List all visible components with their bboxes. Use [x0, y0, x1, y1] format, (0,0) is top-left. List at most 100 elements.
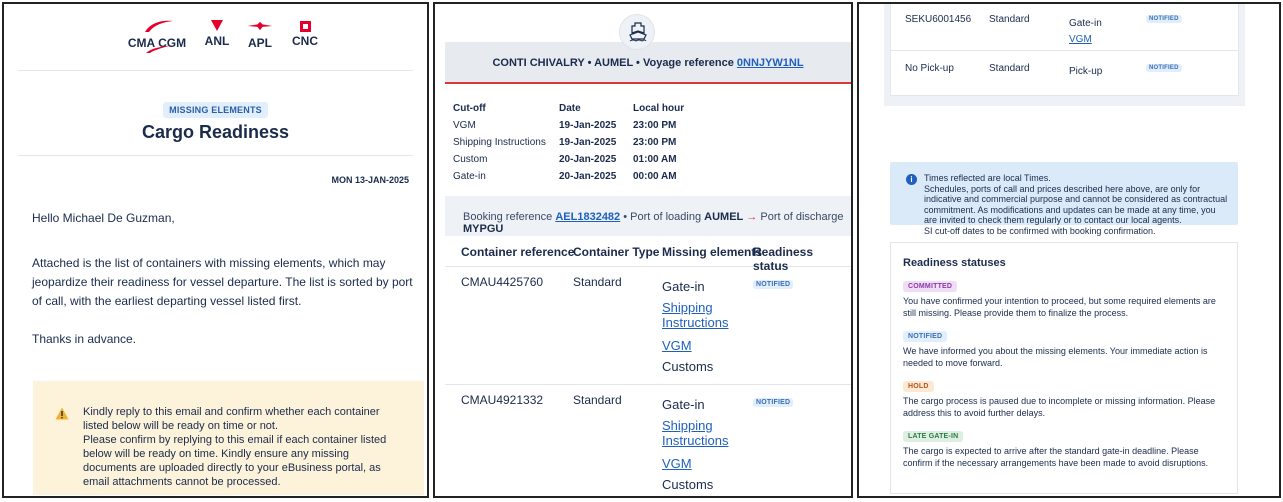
table-row: CMAU4425760 Standard Gate-in Shipping In… [445, 267, 851, 385]
warning-line-2: Please confirm by replying to this email… [83, 434, 387, 488]
table-row: SEKU6001456 Standard Gate-in VGM NOTIFIE… [891, 4, 1238, 51]
status-description: You have confirmed your intention to pro… [903, 296, 1216, 318]
status-badge-late-gate-in: LATE GATE-IN [903, 431, 964, 442]
readiness-status: NOTIFIED [1146, 12, 1182, 23]
status-badge: NOTIFIED [1146, 64, 1182, 72]
missing-elements-list: Gate-in Shipping Instructions VGM Custom… [662, 397, 742, 492]
container-reference: CMAU4921332 [461, 393, 544, 407]
booking-bar: Booking reference AEL1832482 • Port of l… [445, 196, 851, 236]
warning-line-1: Kindly reply to this email and confirm w… [83, 406, 380, 432]
status-description: The cargo process is paused due to incom… [903, 396, 1216, 418]
cutoff-hour: 01:00 AM [633, 154, 677, 165]
status-hold: HOLD The cargo process is paused due to … [903, 375, 1225, 419]
date-header: Date [559, 103, 581, 114]
voyage-text: CONTI CHIVALRY • AUMEL • Voyage referenc… [492, 57, 737, 69]
status-description: The cargo is expected to arrive after th… [903, 446, 1209, 468]
cutoff-type: Custom [453, 154, 488, 165]
missing-item: Gate-in [662, 397, 705, 412]
missing-item-link[interactable]: Shipping Instructions [662, 418, 742, 448]
warning-triangle-icon [55, 407, 69, 420]
header-divider [18, 70, 413, 71]
container-type: Standard [573, 393, 622, 407]
apl-eagle-icon [247, 21, 273, 31]
status-late-gate-in: LATE GATE-IN The cargo is expected to ar… [903, 425, 1225, 469]
info-icon: i [906, 174, 917, 185]
missing-elements-badge-wrap: MISSING ELEMENTS [4, 100, 427, 118]
missing-item-link[interactable]: Shipping Instructions [662, 300, 742, 330]
container-rows-card: SEKU6001456 Standard Gate-in VGM NOTIFIE… [890, 4, 1239, 96]
body-text: Attached is the list of containers with … [32, 256, 413, 308]
cutoff-date: 20-Jan-2025 [559, 154, 617, 165]
brand-name-apl: APL [248, 36, 272, 50]
container-type: Standard [989, 63, 1030, 74]
status-badge: NOTIFIED [753, 398, 794, 407]
container-type: Standard [989, 14, 1030, 25]
missing-item: Pick-up [1069, 66, 1103, 77]
readiness-status: NOTIFIED [753, 275, 794, 289]
cutoff-header-row: Cut-off Date Local hour [453, 100, 684, 117]
cutoff-row: Shipping Instructions 19-Jan-2025 23:00 … [453, 134, 684, 151]
status-committed: COMMITTED You have confirmed your intent… [903, 275, 1225, 319]
header-missing-elements: Missing elements [662, 245, 763, 259]
missing-item: Gate-in [1069, 18, 1102, 29]
info-box: i Times reflected are local Times. Sched… [890, 162, 1238, 236]
status-badge-hold: HOLD [903, 381, 934, 392]
containers-table: Container reference Container Type Missi… [445, 236, 851, 496]
cutoff-hour: 00:00 AM [633, 171, 677, 182]
table-row: No Pick-up Standard Pick-up NOTIFIED [891, 51, 1238, 95]
statuses-panel: SEKU6001456 Standard Gate-in VGM NOTIFIE… [857, 2, 1281, 498]
cutoff-table: Cut-off Date Local hour VGM 19-Jan-2025 … [453, 100, 684, 185]
header-container-reference: Container reference [461, 245, 575, 259]
booking-label: Booking reference [463, 211, 556, 223]
cutoff-row: VGM 19-Jan-2025 23:00 PM [453, 117, 684, 134]
missing-elements-list: Gate-in VGM [1069, 16, 1102, 48]
brand-logos: CMA CGM ANL APL CNC [4, 18, 427, 58]
statuses-title: Readiness statuses [903, 257, 1006, 269]
info-line-2: Schedules, ports of call and prices desc… [924, 183, 1228, 226]
info-line-3: SI cut-off dates to be confirmed with bo… [924, 225, 1156, 236]
missing-item-link[interactable]: VGM [662, 338, 742, 353]
readiness-status: NOTIFIED [753, 393, 794, 407]
missing-item: Gate-in [662, 279, 705, 294]
missing-elements-list: Gate-in Shipping Instructions VGM Custom… [662, 279, 742, 374]
voyage-reference-link[interactable]: 0NNJYW1NL [737, 57, 804, 69]
header-container-type: Container Type [573, 245, 660, 259]
booking-reference-link[interactable]: AEL1832482 [555, 211, 620, 223]
loading-label: • Port of loading [620, 211, 705, 223]
cutoff-row: Custom 20-Jan-2025 01:00 AM [453, 151, 684, 168]
missing-item-link[interactable]: VGM [1069, 34, 1092, 45]
anl-logo: ANL [202, 18, 232, 48]
cutoff-hour: 23:00 PM [633, 120, 677, 131]
cma-underline-swoosh-icon [146, 45, 172, 53]
cutoff-type: Gate-in [453, 171, 486, 182]
arrow-right-icon: → [746, 211, 758, 223]
ship-icon [629, 22, 647, 42]
cnc-logo: CNC [288, 18, 322, 48]
cutoff-date: 19-Jan-2025 [559, 120, 617, 131]
readiness-statuses-box: Readiness statuses COMMITTED You have co… [890, 242, 1238, 494]
container-reference: No Pick-up [905, 63, 954, 74]
cutoff-row: Gate-in 20-Jan-2025 00:00 AM [453, 168, 684, 185]
discharge-port: MYPGU [463, 223, 504, 235]
status-description: We have informed you about the missing e… [903, 346, 1208, 368]
status-badge-committed: COMMITTED [903, 281, 958, 292]
cma-swoosh-icon [145, 20, 173, 32]
cnc-square-icon [299, 21, 311, 32]
status-badge-notified: NOTIFIED [903, 331, 948, 342]
cutoff-type: Shipping Instructions [453, 137, 546, 148]
missing-item-link[interactable]: VGM [662, 456, 742, 471]
container-type: Standard [573, 275, 622, 289]
missing-item: Customs [662, 359, 714, 374]
warning-box: Kindly reply to this email and confirm w… [33, 381, 424, 495]
brand-name-anl: ANL [204, 34, 230, 48]
local-hour-header: Local hour [633, 103, 685, 114]
voyage-header-bar: CONTI CHIVALRY • AUMEL • Voyage referenc… [445, 42, 851, 84]
loading-port: AUMEL [704, 211, 744, 223]
apl-logo: APL [243, 18, 277, 50]
table-row: CMAU4921332 Standard Gate-in Shipping In… [445, 385, 851, 496]
greeting-text: Hello Michael De Guzman, [32, 211, 175, 225]
cutoff-header: Cut-off [453, 103, 486, 114]
info-line-1: Times reflected are local Times. [924, 173, 1051, 183]
anl-triangle-icon [211, 20, 223, 31]
discharge-label: Port of discharge [757, 211, 844, 223]
